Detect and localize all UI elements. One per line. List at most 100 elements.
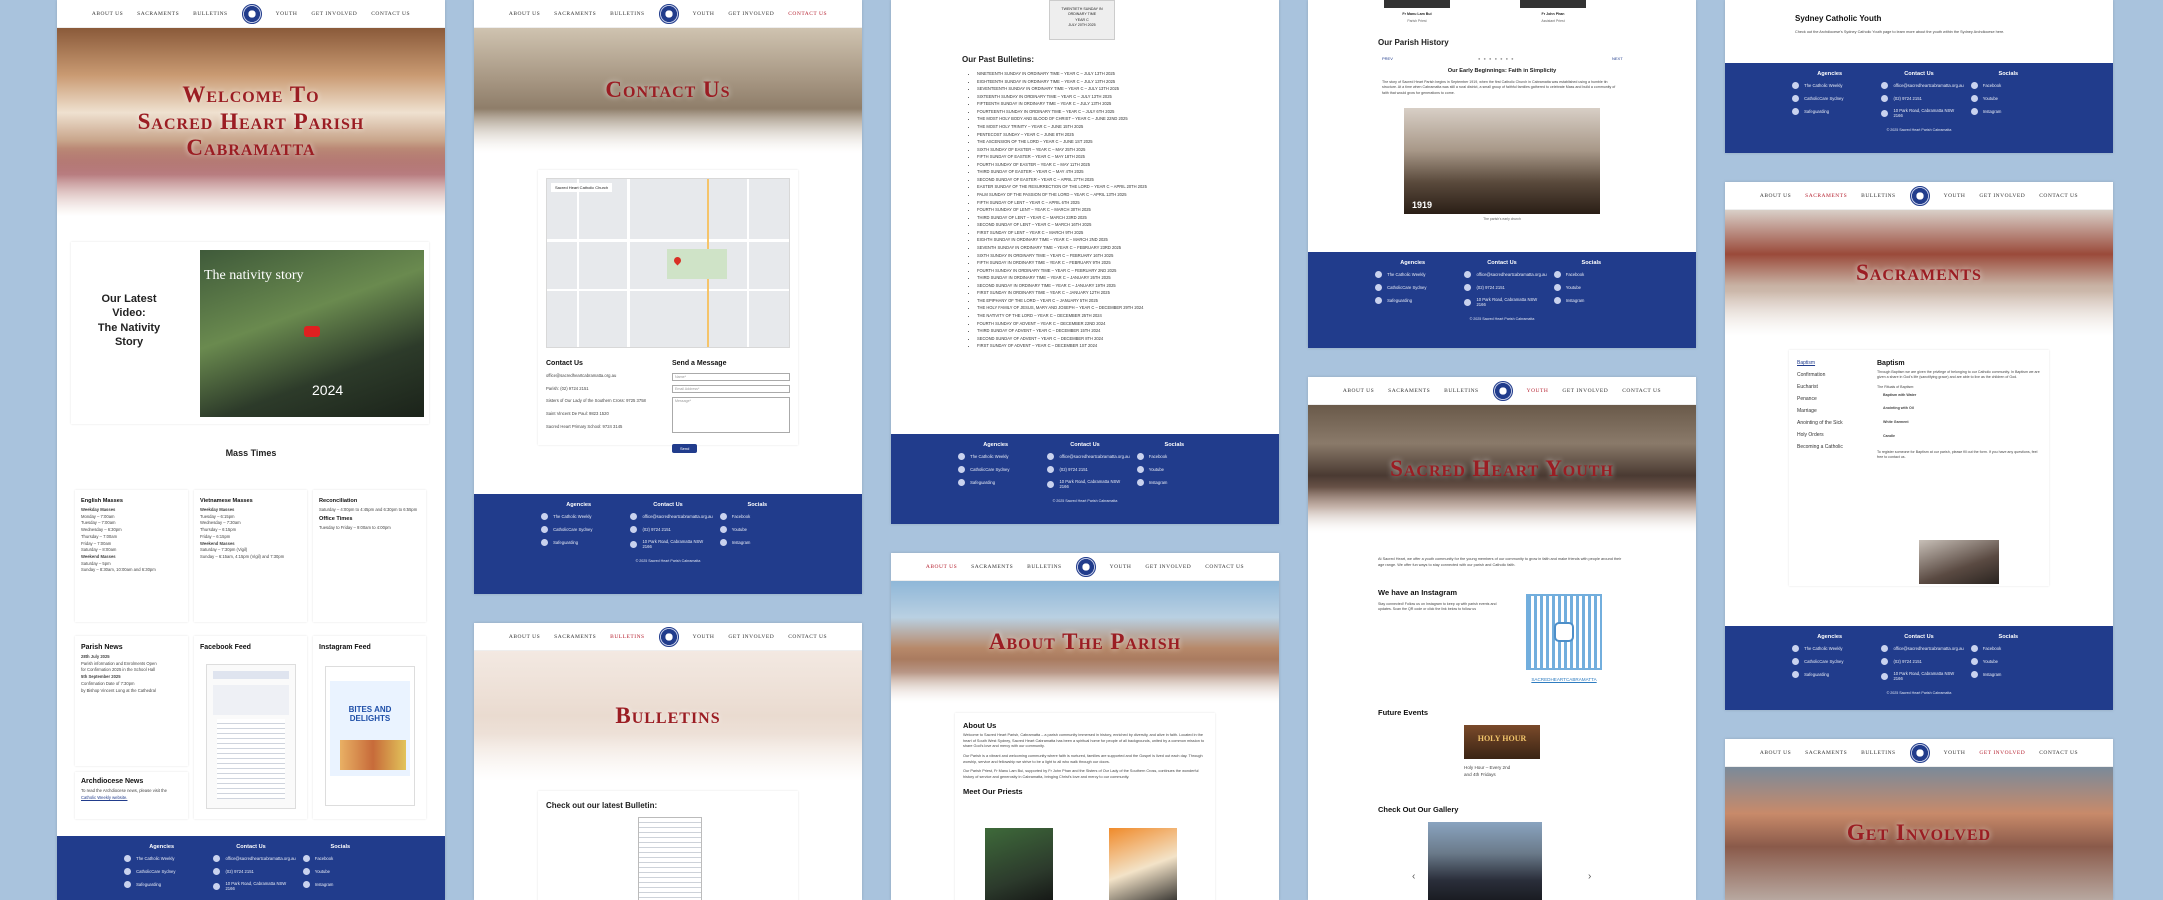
past-bulletin-link[interactable]: FIRST SUNDAY OF ADVENT – YEAR C – DECEMB… (977, 342, 1257, 350)
nav-about[interactable]: About Us (509, 634, 540, 640)
parish-logo[interactable] (1909, 185, 1930, 206)
nav-contact[interactable]: Contact Us (2039, 193, 2078, 199)
past-bulletin-link[interactable]: FOURTEENTH SUNDAY IN ORDINARY TIME – YEA… (977, 108, 1257, 116)
nav-get-involved[interactable]: Get Involved (1145, 564, 1191, 570)
footer-instagram[interactable]: Instagram (719, 539, 795, 546)
past-bulletin-link[interactable]: SECOND SUNDAY OF EASTER – YEAR C – APRIL… (977, 176, 1257, 184)
past-bulletin-link[interactable]: SECOND SUNDAY OF LENT – YEAR C – MARCH 1… (977, 221, 1257, 229)
gallery-image[interactable] (1428, 822, 1542, 900)
past-bulletin-link[interactable]: SIXTEENTH SUNDAY IN ORDINARY TIME – YEAR… (977, 93, 1257, 101)
footer-youtube[interactable]: Youtube (719, 526, 795, 533)
footer-email[interactable]: office@sacredheartcabramatta.org.au (213, 855, 296, 862)
nav-youth[interactable]: Youth (1944, 193, 1966, 199)
nav-contact[interactable]: Contact Us (1622, 388, 1661, 394)
footer-agency-link[interactable]: The Catholic Weekly (1792, 645, 1867, 652)
footer-agency-link[interactable]: The Catholic Weekly (1792, 82, 1867, 89)
footer-agency-link[interactable]: CatholicCare Sydney (958, 466, 1033, 473)
past-bulletin-link[interactable]: SECOND SUNDAY IN ORDINARY TIME – YEAR C … (977, 282, 1257, 290)
history-next[interactable]: NEXT (1612, 56, 1623, 61)
gallery-prev-button[interactable]: ‹ (1412, 871, 1415, 882)
parish-logo[interactable] (1492, 380, 1513, 401)
footer-agency-link[interactable]: The Catholic Weekly (541, 513, 616, 520)
nav-get-involved[interactable]: Get Involved (1979, 750, 2025, 756)
footer-agency-link[interactable]: The Catholic Weekly (958, 453, 1033, 460)
nav-youth[interactable]: Youth (693, 634, 715, 640)
nav-youth[interactable]: Youth (1944, 750, 1966, 756)
nav-bulletins[interactable]: Bulletins (1444, 388, 1478, 394)
nav-about[interactable]: About Us (1760, 750, 1791, 756)
footer-facebook[interactable]: Facebook (302, 855, 378, 862)
nav-about[interactable]: About Us (1760, 193, 1791, 199)
contact-email[interactable]: office@sacredheartcabramatta.org.au (546, 373, 666, 380)
sacrament-link-holy-orders[interactable]: Holy Orders (1797, 432, 1867, 438)
nav-get-involved[interactable]: Get Involved (1562, 388, 1608, 394)
footer-youtube[interactable]: Youtube (1553, 284, 1629, 291)
sacrament-link-marriage[interactable]: Marriage (1797, 408, 1867, 414)
nav-about[interactable]: About Us (1343, 388, 1374, 394)
nav-youth[interactable]: Youth (1110, 564, 1132, 570)
play-icon[interactable] (304, 326, 320, 337)
footer-instagram[interactable]: Instagram (302, 881, 378, 888)
footer-agency-link[interactable]: Safeguarding (1792, 671, 1867, 678)
footer-phone[interactable]: (02) 9724 2151 (1464, 284, 1539, 291)
footer-email[interactable]: office@sacredheartcabramatta.org.au (630, 513, 713, 520)
past-bulletin-link[interactable]: FOURTH SUNDAY IN ORDINARY TIME – YEAR C … (977, 267, 1257, 275)
contact-phone[interactable]: Parish: (02) 9724 2151 (546, 386, 666, 393)
footer-phone[interactable]: (02) 9724 2151 (213, 868, 288, 875)
past-bulletin-link[interactable]: FIFTEENTH SUNDAY IN ORDINARY TIME – YEAR… (977, 100, 1257, 108)
footer-instagram[interactable]: Instagram (1970, 671, 2046, 678)
nav-bulletins[interactable]: Bulletins (1861, 193, 1895, 199)
nav-youth[interactable]: Youth (276, 11, 298, 17)
location-map[interactable]: Sacred Heart Catholic Church (546, 178, 790, 348)
past-bulletin-link[interactable]: FIFTH SUNDAY OF LENT – YEAR C – APRIL 6T… (977, 199, 1257, 207)
nav-bulletins[interactable]: Bulletins (610, 11, 644, 17)
history-prev[interactable]: PREV (1382, 56, 1393, 61)
nav-bulletins[interactable]: Bulletins (1027, 564, 1061, 570)
past-bulletin-link[interactable]: FOURTH SUNDAY OF LENT – YEAR C – MARCH 3… (977, 206, 1257, 214)
footer-agency-link[interactable]: CatholicCare Sydney (1792, 658, 1867, 665)
catholic-weekly-link[interactable]: Catholic Weekly website. (81, 795, 182, 802)
footer-facebook[interactable]: Facebook (719, 513, 795, 520)
past-bulletin-link[interactable]: SEVENTH SUNDAY IN ORDINARY TIME – YEAR C… (977, 244, 1257, 252)
past-bulletin-link[interactable]: SIXTH SUNDAY IN ORDINARY TIME – YEAR C –… (977, 252, 1257, 260)
nav-about[interactable]: About Us (92, 11, 123, 17)
footer-youtube[interactable]: Youtube (1970, 658, 2046, 665)
nav-sacraments[interactable]: Sacraments (1388, 388, 1430, 394)
past-bulletin-link[interactable]: THE EPIPHANY OF THE LORD – YEAR C – JANU… (977, 297, 1257, 305)
past-bulletin-link[interactable]: FOURTH SUNDAY OF ADVENT – YEAR C – DECEM… (977, 320, 1257, 328)
footer-agency-link[interactable]: The Catholic Weekly (1375, 271, 1450, 278)
footer-email[interactable]: office@sacredheartcabramatta.org.au (1047, 453, 1130, 460)
nav-get-involved[interactable]: Get Involved (311, 11, 357, 17)
footer-agency-link[interactable]: Safeguarding (124, 881, 199, 888)
footer-instagram[interactable]: Instagram (1970, 108, 2046, 115)
past-bulletin-link[interactable]: THE MOST HOLY BODY AND BLOOD OF CHRIST –… (977, 115, 1257, 123)
past-bulletin-link[interactable]: THE HOLY FAMILY OF JESUS, MARY AND JOSEP… (977, 304, 1257, 312)
past-bulletin-link[interactable]: FIRST SUNDAY IN ORDINARY TIME – YEAR C –… (977, 289, 1257, 297)
nav-get-involved[interactable]: Get Involved (1979, 193, 2025, 199)
facebook-embed[interactable] (206, 664, 296, 809)
parish-logo[interactable] (1075, 556, 1096, 577)
footer-agency-link[interactable]: CatholicCare Sydney (1375, 284, 1450, 291)
parish-logo[interactable] (658, 3, 679, 24)
nav-contact[interactable]: Contact Us (788, 11, 827, 17)
parish-logo[interactable] (1909, 742, 1930, 763)
footer-youtube[interactable]: Youtube (1136, 466, 1212, 473)
footer-email[interactable]: office@sacredheartcabramatta.org.au (1464, 271, 1547, 278)
footer-agency-link[interactable]: Safeguarding (1375, 297, 1450, 304)
nav-bulletins[interactable]: Bulletins (1861, 750, 1895, 756)
past-bulletin-link[interactable]: THIRD SUNDAY OF EASTER – YEAR C – MAY 4T… (977, 168, 1257, 176)
past-bulletin-link[interactable]: SEVENTEENTH SUNDAY IN ORDINARY TIME – YE… (977, 85, 1257, 93)
footer-instagram[interactable]: Instagram (1136, 479, 1212, 486)
instagram-post[interactable]: BITES AND DELIGHTS (325, 666, 415, 806)
nav-sacraments[interactable]: Sacraments (554, 634, 596, 640)
footer-email[interactable]: office@sacredheartcabramatta.org.au (1881, 645, 1964, 652)
parish-logo[interactable] (658, 626, 679, 647)
sacrament-link-becoming-catholic[interactable]: Becoming a Catholic (1797, 444, 1867, 450)
nav-about[interactable]: About Us (509, 11, 540, 17)
past-bulletin-link[interactable]: THE MOST HOLY TRINITY – YEAR C – JUNE 15… (977, 123, 1257, 131)
name-input[interactable]: Name* (672, 373, 790, 381)
email-input[interactable]: Email Address* (672, 385, 790, 393)
nav-contact[interactable]: Contact Us (1205, 564, 1244, 570)
footer-facebook[interactable]: Facebook (1553, 271, 1629, 278)
footer-phone[interactable]: (02) 9724 2151 (1881, 658, 1956, 665)
